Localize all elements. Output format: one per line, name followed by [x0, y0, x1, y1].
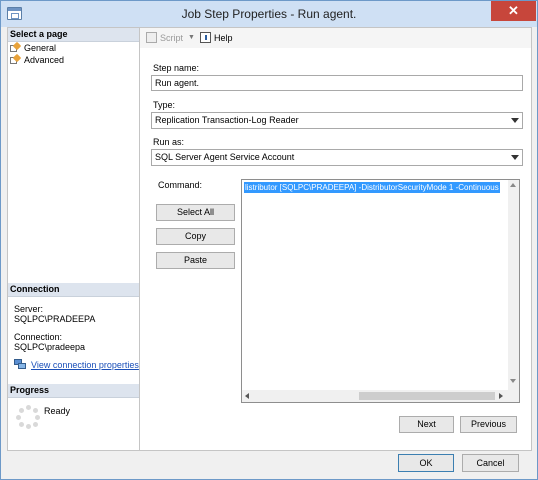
script-button[interactable]: Script ▼ — [146, 32, 195, 43]
wrench-page-icon — [10, 53, 22, 65]
run-as-select-value: SQL Server Agent Service Account — [155, 152, 295, 162]
cancel-button[interactable]: Cancel — [462, 454, 519, 472]
paste-button[interactable]: Paste — [156, 252, 235, 269]
title-bar[interactable]: Job Step Properties - Run agent. ✕ — [1, 1, 537, 27]
dialog-footer: OK Cancel — [1, 452, 537, 479]
ok-button[interactable]: OK — [398, 454, 454, 472]
server-label: Server: — [14, 304, 44, 314]
type-select[interactable]: Replication Transaction-Log Reader — [151, 112, 523, 129]
progress-status: Ready — [44, 406, 71, 416]
run-as-select[interactable]: SQL Server Agent Service Account — [151, 149, 523, 166]
dialog-window: Job Step Properties - Run agent. ✕ Selec… — [0, 0, 538, 480]
page-item-label: General — [24, 43, 57, 53]
vertical-scrollbar[interactable] — [508, 180, 519, 402]
script-label: Script — [160, 32, 184, 43]
type-label: Type: — [153, 100, 176, 110]
help-label: Help — [214, 32, 233, 43]
progress-header: Progress — [8, 384, 139, 398]
command-textarea[interactable]: listributor [SQLPC\PRADEEPA] -Distributo… — [241, 179, 520, 403]
scroll-right-icon[interactable] — [499, 393, 503, 399]
chevron-down-icon[interactable] — [511, 118, 519, 123]
select-page-header: Select a page — [8, 28, 139, 42]
connection-value: SQLPC\pradeepa — [14, 342, 86, 352]
main-pane: Script ▼ Help Step name: Run agent. Type… — [140, 27, 532, 451]
chevron-down-icon[interactable]: ▼ — [188, 34, 195, 41]
scroll-down-icon[interactable] — [510, 379, 516, 383]
command-label: Command: — [158, 180, 203, 190]
type-select-value: Replication Transaction-Log Reader — [155, 115, 299, 125]
help-icon — [200, 32, 211, 43]
window-title: Job Step Properties - Run agent. — [181, 7, 357, 21]
help-button[interactable]: Help — [200, 32, 233, 43]
horizontal-scrollbar[interactable] — [242, 390, 508, 402]
step-name-label: Step name: — [153, 63, 200, 73]
page-item-label: Advanced — [24, 55, 65, 65]
toolbar: Script ▼ Help — [140, 28, 531, 48]
copy-button[interactable]: Copy — [156, 228, 235, 245]
progress-spinner-icon — [16, 405, 40, 429]
connection-properties-icon — [14, 359, 26, 370]
page-item-general[interactable]: General — [10, 41, 57, 54]
close-button[interactable]: ✕ — [491, 1, 536, 21]
horizontal-scroll-thumb[interactable] — [359, 392, 495, 400]
previous-button[interactable]: Previous — [460, 416, 517, 433]
scroll-left-icon[interactable] — [245, 393, 249, 399]
view-connection-properties-label[interactable]: View connection properties — [31, 360, 139, 370]
connection-header: Connection — [8, 283, 139, 297]
scrollbar-corner — [508, 390, 519, 402]
view-connection-properties-link[interactable]: View connection properties — [14, 359, 139, 370]
page-item-advanced[interactable]: Advanced — [10, 53, 65, 66]
run-as-label: Run as: — [153, 137, 185, 147]
server-value: SQLPC\PRADEEPA — [14, 314, 96, 324]
step-name-input[interactable]: Run agent. — [151, 75, 523, 91]
connection-label: Connection: — [14, 332, 63, 342]
next-button[interactable]: Next — [399, 416, 454, 433]
scroll-up-icon[interactable] — [510, 183, 516, 187]
left-pane: Select a page General Advanced Connectio… — [7, 27, 140, 451]
chevron-down-icon[interactable] — [511, 155, 519, 160]
select-all-button[interactable]: Select All — [156, 204, 235, 221]
command-text[interactable]: listributor [SQLPC\PRADEEPA] -Distributo… — [244, 182, 500, 193]
wrench-page-icon — [10, 41, 22, 53]
script-icon — [146, 32, 157, 43]
